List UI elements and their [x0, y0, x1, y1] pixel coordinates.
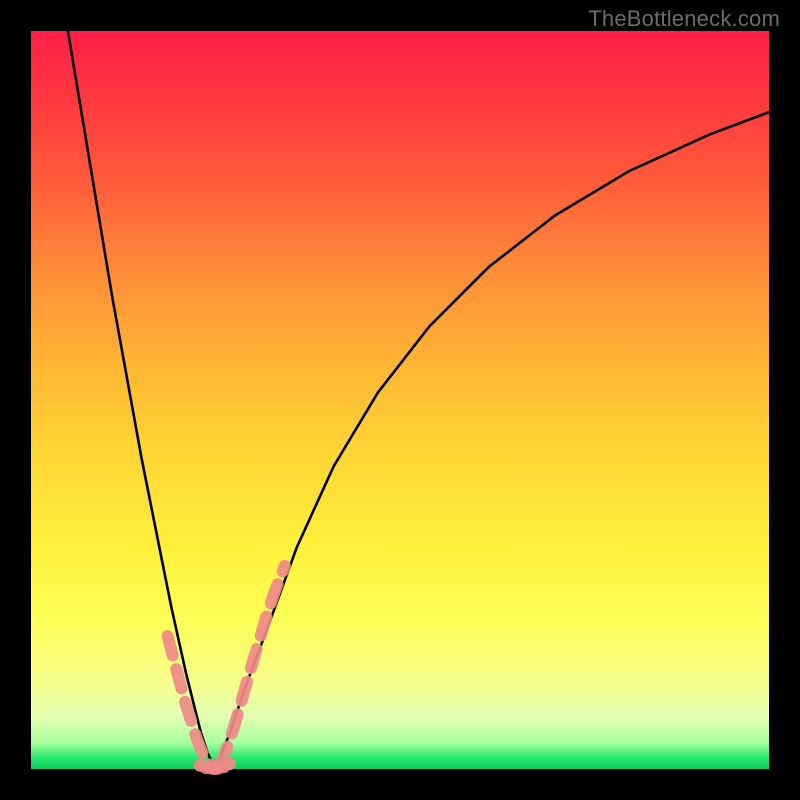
- dash-right-dash-overlay: [220, 566, 285, 765]
- plot-area: [31, 31, 769, 769]
- dot-bottom-scatter-5: [223, 757, 236, 770]
- chart-svg: [31, 31, 769, 769]
- watermark-text: TheBottleneck.com: [588, 6, 780, 32]
- curve-left-branch: [68, 31, 216, 769]
- curve-right-branch: [216, 112, 770, 769]
- overlay-dots: [194, 757, 237, 774]
- outer-frame: TheBottleneck.com: [0, 0, 800, 800]
